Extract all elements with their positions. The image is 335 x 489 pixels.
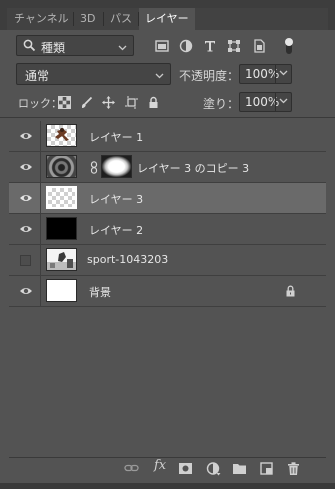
new-layer-icon[interactable] — [259, 461, 274, 476]
layers-list: レイヤー 1 レイヤー 3 のコピー 3 レイヤー 3 レイヤー 2 sport… — [9, 121, 326, 457]
tab-layers[interactable]: レイヤー — [139, 8, 195, 30]
eye-icon — [19, 131, 33, 144]
lock-position-icon[interactable] — [102, 96, 115, 109]
eye-icon — [19, 193, 33, 206]
adjustment-layer-icon[interactable] — [206, 461, 221, 476]
fill-field[interactable]: 100% — [239, 92, 292, 112]
lock-artboard-icon[interactable] — [125, 96, 138, 109]
filter-toggle-icon[interactable] — [284, 37, 294, 55]
layer-thumbnail[interactable] — [46, 124, 77, 147]
photo-icon — [47, 252, 76, 270]
layer-thumbnail[interactable] — [46, 155, 77, 178]
add-mask-icon[interactable] — [178, 461, 193, 476]
opacity-field[interactable]: 100% — [239, 64, 292, 84]
layer-thumbnail[interactable] — [46, 248, 77, 271]
shape-filter-icon[interactable] — [227, 39, 241, 53]
eye-icon — [19, 224, 33, 237]
layer-row[interactable]: レイヤー 1 — [9, 121, 326, 152]
lock-all-icon[interactable] — [147, 96, 160, 109]
link-layers-icon[interactable] — [124, 461, 139, 476]
blend-mode-value: 通常 — [25, 69, 50, 83]
layer-name: 背景 — [89, 286, 111, 299]
tab-channels[interactable]: チャンネル — [8, 8, 75, 30]
type-filter-icon[interactable] — [203, 39, 217, 53]
layer-thumbnail[interactable] — [46, 186, 77, 209]
adjustment-filter-icon[interactable] — [179, 39, 193, 53]
list-divider — [0, 117, 335, 118]
fill-label: 塗り： — [203, 97, 240, 111]
blend-mode-select[interactable]: 通常 — [16, 63, 171, 85]
visibility-toggle[interactable] — [9, 245, 41, 276]
layer-row[interactable]: レイヤー 2 — [9, 214, 326, 245]
chevron-down-icon — [279, 98, 288, 104]
blend-row: 通常 不透明度： 100% — [0, 62, 335, 86]
smart-object-filter-icon[interactable] — [252, 39, 266, 53]
chevron-down-icon — [118, 41, 127, 54]
layer-name: レイヤー 1 — [89, 131, 144, 144]
visibility-toggle[interactable] — [9, 214, 41, 245]
layer-name: レイヤー 3 のコピー 3 — [137, 162, 250, 175]
visibility-toggle[interactable] — [9, 121, 41, 152]
tab-paths[interactable]: パス — [104, 8, 138, 30]
layer-name: レイヤー 3 — [89, 193, 144, 206]
lock-paint-icon[interactable] — [80, 96, 93, 109]
opacity-dropdown[interactable] — [275, 65, 291, 83]
layer-row-selected[interactable]: レイヤー 3 — [9, 183, 326, 214]
layer-thumbnail[interactable] — [46, 279, 77, 302]
visibility-toggle[interactable] — [9, 183, 41, 214]
lock-icon — [285, 285, 296, 300]
new-group-icon[interactable] — [232, 461, 247, 476]
layer-name: レイヤー 2 — [89, 224, 144, 237]
layer-row[interactable]: レイヤー 3 のコピー 3 — [9, 152, 326, 183]
trash-icon[interactable] — [286, 461, 301, 476]
panel-tab-bar: チャンネル 3D パス レイヤー — [0, 0, 335, 30]
mask-link-icon[interactable] — [90, 161, 98, 177]
lock-row: ロック： 塗り： 100% — [0, 89, 335, 115]
filter-kind-select[interactable]: 種類 — [16, 35, 134, 56]
image-filter-icon[interactable] — [155, 39, 169, 53]
layer-row[interactable]: sport-1043203 — [9, 245, 326, 276]
fill-dropdown[interactable] — [275, 93, 291, 111]
chevron-down-icon — [155, 69, 164, 82]
layer-thumbnail[interactable] — [46, 217, 77, 240]
figure-icon — [55, 128, 69, 141]
hidden-visibility-box — [20, 255, 31, 266]
fx-icon[interactable]: fx — [154, 458, 166, 473]
tab-3d[interactable]: 3D — [74, 8, 101, 30]
lock-label: ロック： — [18, 97, 62, 110]
chevron-down-icon — [279, 70, 288, 76]
layer-name: sport-1043203 — [87, 253, 169, 266]
lock-transparent-icon[interactable] — [58, 96, 71, 109]
visibility-toggle[interactable] — [9, 276, 41, 307]
eye-icon — [19, 286, 33, 299]
layers-footer-toolbar: fx — [0, 452, 335, 482]
panel-bottom-edge — [0, 483, 335, 489]
visibility-toggle[interactable] — [9, 152, 41, 183]
layer-mask-thumbnail[interactable] — [101, 155, 132, 178]
opacity-label: 不透明度： — [179, 69, 240, 83]
eye-icon — [19, 162, 33, 175]
filter-kind-value: 種類 — [41, 41, 66, 55]
search-icon — [23, 39, 36, 55]
layer-row[interactable]: 背景 — [9, 276, 326, 307]
layer-filter-row: 種類 — [0, 30, 335, 60]
